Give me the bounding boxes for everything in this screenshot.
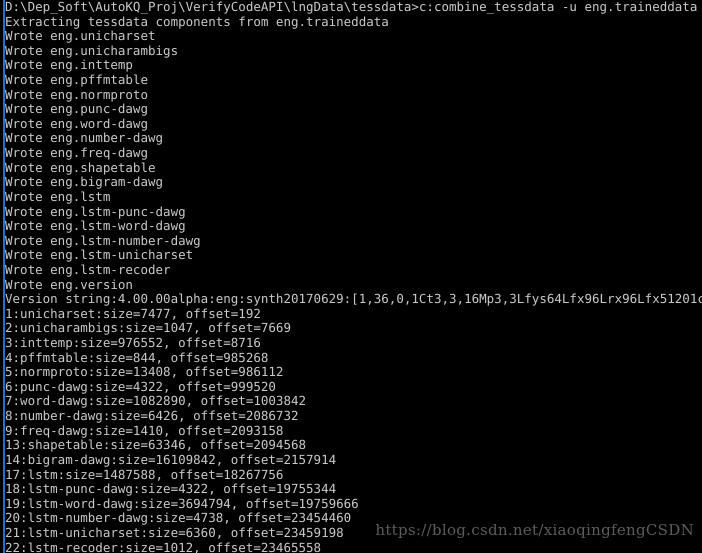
console-line: 13:shapetable:size=63346, offset=2094568 <box>5 437 307 453</box>
console-window[interactable]: D:\Dep_Soft\AutoKQ_Proj\VerifyCodeAPI\ln… <box>0 0 702 553</box>
console-line: 4:pffmtable:size=844, offset=985268 <box>5 349 269 365</box>
console-line: Wrote eng.unicharset <box>5 28 156 44</box>
console-line: 7:word-dawg:size=1082890, offset=1003842 <box>5 393 307 409</box>
console-line: Wrote eng.unicharambigs <box>5 42 179 58</box>
console-line: 1:unicharset:size=7477, offset=192 <box>5 305 261 321</box>
console-line: Wrote eng.pffmtable <box>5 72 148 88</box>
console-line: 18:lstm-punc-dawg:size=4322, offset=1975… <box>5 481 337 497</box>
console-line: D:\Dep_Soft\AutoKQ_Proj\VerifyCodeAPI\ln… <box>5 0 702 14</box>
console-line: Wrote eng.lstm-number-dawg <box>5 232 201 248</box>
console-line: 20:lstm-number-dawg:size=4738, offset=23… <box>5 510 352 526</box>
console-line: 22:lstm-recoder:size=1012, offset=234655… <box>5 539 322 553</box>
console-line: Wrote eng.word-dawg <box>5 115 148 131</box>
console-line: 2:unicharambigs:size=1047, offset=7669 <box>5 320 291 336</box>
console-line: Wrote eng.normproto <box>5 86 148 102</box>
console-line: Wrote eng.lstm-unicharset <box>5 247 194 263</box>
console-line: Wrote eng.number-dawg <box>5 130 164 146</box>
console-line: Extracting tessdata components from eng.… <box>5 13 389 29</box>
console-output-text[interactable]: D:\Dep_Soft\AutoKQ_Proj\VerifyCodeAPI\ln… <box>5 0 702 553</box>
console-line: 5:normproto:size=13408, offset=986112 <box>5 364 284 380</box>
console-line: Wrote eng.freq-dawg <box>5 145 148 161</box>
console-line: Wrote eng.inttemp <box>5 57 133 73</box>
console-line: Wrote eng.bigram-dawg <box>5 174 164 190</box>
console-line: Wrote eng.lstm-punc-dawg <box>5 203 186 219</box>
console-line: 9:freq-dawg:size=1410, offset=2093158 <box>5 422 284 438</box>
console-line: Wrote eng.punc-dawg <box>5 101 148 117</box>
console-line: Version string:4.00.00alpha:eng:synth201… <box>5 291 702 307</box>
console-line: Wrote eng.lstm-word-dawg <box>5 218 186 234</box>
console-line: 6:punc-dawg:size=4322, offset=999520 <box>5 378 276 394</box>
console-line: Wrote eng.shapetable <box>5 159 156 175</box>
console-line: 17:lstm:size=1487588, offset=18267756 <box>5 466 284 482</box>
console-line: 8:number-dawg:size=6426, offset=2086732 <box>5 408 299 424</box>
console-line: 21:lstm-unicharset:size=6360, offset=234… <box>5 524 344 540</box>
console-line: Wrote eng.lstm <box>5 188 111 204</box>
console-line: Wrote eng.lstm-recoder <box>5 261 171 277</box>
console-line: 14:bigram-dawg:size=16109842, offset=215… <box>5 451 337 467</box>
console-line: 3:inttemp:size=976552, offset=8716 <box>5 335 261 351</box>
console-line: 19:lstm-word-dawg:size=3694794, offset=1… <box>5 495 359 511</box>
console-line: Wrote eng.version <box>5 276 133 292</box>
